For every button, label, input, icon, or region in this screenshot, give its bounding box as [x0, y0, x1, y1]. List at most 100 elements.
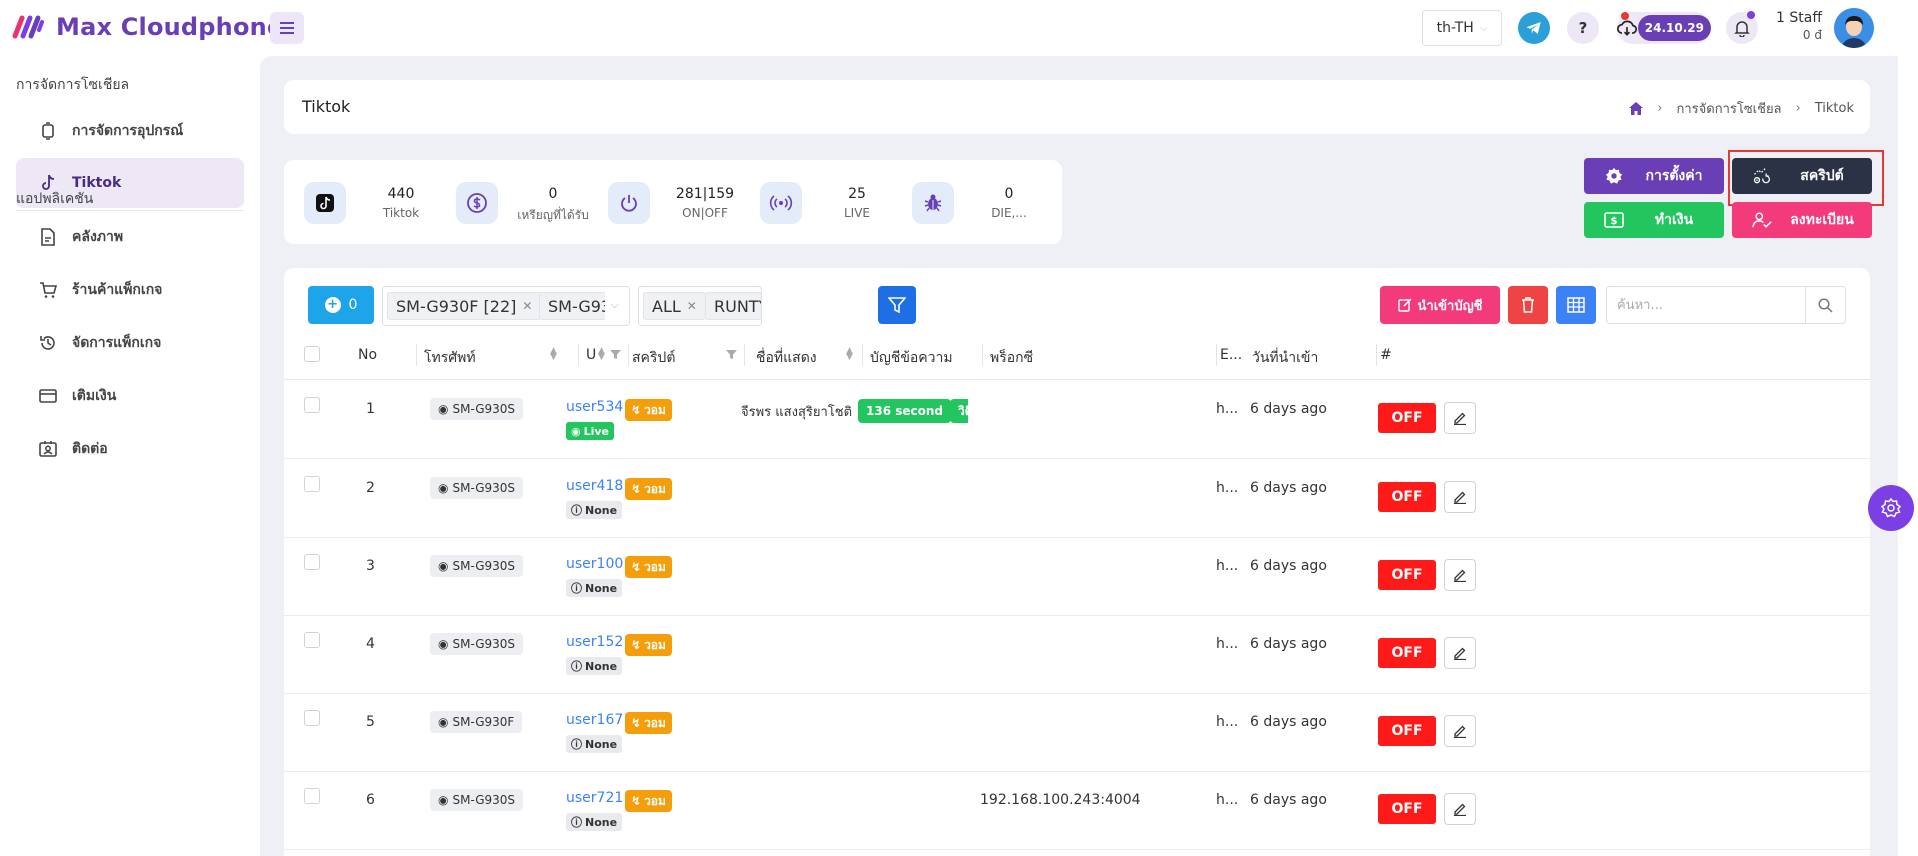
- column-label: สคริปต์: [632, 350, 676, 366]
- device-icon: ◉: [438, 481, 449, 495]
- toggle-off-button[interactable]: OFF: [1378, 482, 1436, 512]
- column-header-phone[interactable]: โทรศัพท์: [424, 347, 476, 369]
- script-chip[interactable]: ↯ วอม: [625, 399, 672, 421]
- notification-dot: [1747, 11, 1755, 19]
- username-link[interactable]: user5348: [566, 399, 624, 415]
- row-checkbox[interactable]: [304, 788, 320, 804]
- username-link[interactable]: user7219: [566, 790, 624, 806]
- column-header-script[interactable]: สคริปต์: [632, 347, 675, 369]
- page-header: Tiktok › การจัดการโซเชียล › Tiktok: [284, 80, 1870, 134]
- app-logo[interactable]: Max Cloudphone: [12, 12, 283, 42]
- stat-value: 440: [387, 186, 415, 202]
- edit-button[interactable]: [1444, 793, 1476, 825]
- script-chip[interactable]: ↯ วอม: [625, 634, 672, 656]
- search-button[interactable]: [1805, 287, 1845, 323]
- filter-button[interactable]: [878, 286, 916, 324]
- username-link[interactable]: user1002: [566, 556, 624, 572]
- sidebar-item-package-management[interactable]: จัดการแพ็กเกจ: [16, 318, 244, 368]
- username-link[interactable]: user4185: [566, 478, 624, 494]
- sidebar-item-package-store[interactable]: ร้านค้าแพ็กเกจ: [16, 265, 244, 315]
- sort-icon[interactable]: ▲ ▼: [550, 347, 557, 362]
- device-chip: ◉ SM-G930S: [430, 789, 524, 811]
- pencil-icon: [1454, 803, 1466, 816]
- script-chip[interactable]: ↯ วอม: [625, 556, 672, 578]
- stat-label: Tiktok: [382, 206, 420, 220]
- menu-toggle-button[interactable]: [270, 12, 304, 44]
- funnel-icon[interactable]: [610, 349, 621, 360]
- device-icon: ◉: [438, 559, 449, 573]
- toggle-off-button[interactable]: OFF: [1378, 403, 1436, 433]
- help-button[interactable]: ?: [1567, 12, 1599, 44]
- edit-button[interactable]: [1444, 559, 1476, 591]
- notification-button[interactable]: [1726, 11, 1758, 44]
- search-input[interactable]: [1607, 287, 1805, 323]
- table-row: 1 ◉SM-G930S user5348 ◉Live ↯วอม จีรพร แส…: [284, 381, 1870, 459]
- funnel-icon[interactable]: [726, 349, 737, 360]
- edit-button[interactable]: [1444, 402, 1476, 434]
- telegram-button[interactable]: [1518, 12, 1550, 44]
- script-chip[interactable]: ↯ วอม: [625, 712, 672, 734]
- earn-money-button[interactable]: $ ทำเงิน: [1584, 202, 1724, 238]
- runtype-filter-tag[interactable]: ALL ✕: [643, 292, 706, 320]
- avatar[interactable]: [1834, 8, 1874, 48]
- device-filter-select[interactable]: SM-G930F [22] ✕ SM-G930S ⌵: [382, 286, 630, 326]
- column-label: โทรศัพท์: [424, 350, 476, 366]
- column-settings-button[interactable]: [1556, 286, 1596, 324]
- register-button[interactable]: ลงทะเบียน: [1732, 202, 1872, 238]
- edit-button[interactable]: [1444, 481, 1476, 513]
- language-select[interactable]: th-TH ⌵: [1422, 10, 1502, 46]
- avatar-icon: [1834, 8, 1874, 48]
- sidebar-item-top-up[interactable]: เติมเงิน: [16, 371, 244, 421]
- script-chip[interactable]: ↯ วอม: [625, 790, 672, 812]
- username-link[interactable]: user1672: [566, 712, 624, 728]
- coin-icon: [456, 182, 498, 224]
- column-header-display-name[interactable]: ชื่อที่แสดง: [756, 347, 817, 369]
- breadcrumb-item[interactable]: การจัดการโซเชียล: [1677, 98, 1782, 119]
- select-all-checkbox[interactable]: [304, 346, 320, 362]
- row-checkbox[interactable]: [304, 476, 320, 492]
- row-checkbox[interactable]: [304, 397, 320, 413]
- sort-icon[interactable]: ▲ ▼: [846, 347, 853, 362]
- toggle-off-button[interactable]: OFF: [1378, 794, 1436, 824]
- sidebar-item-image-library[interactable]: คลังภาพ: [16, 212, 244, 262]
- chevron-down-icon: ⌵: [610, 298, 619, 311]
- settings-button[interactable]: การตั้งค่า: [1584, 158, 1724, 194]
- column-header-user[interactable]: U: [586, 347, 596, 363]
- column-header-import-date: วันที่นำเข้า: [1252, 350, 1319, 366]
- device-icon: [38, 121, 58, 141]
- import-accounts-button[interactable]: นำเข้าบัญชี: [1380, 286, 1500, 324]
- floating-settings-button[interactable]: [1868, 485, 1914, 531]
- sidebar-item-contact[interactable]: ติดต่อ: [16, 424, 244, 474]
- row-checkbox[interactable]: [304, 554, 320, 570]
- close-icon[interactable]: ✕: [522, 299, 532, 313]
- home-icon[interactable]: [1629, 102, 1644, 115]
- username-link[interactable]: user1523: [566, 634, 624, 650]
- row-checkbox[interactable]: [304, 710, 320, 726]
- stat-label: ON|OFF: [682, 206, 728, 220]
- edit-button[interactable]: [1444, 637, 1476, 669]
- message-chip: วิดีโอสั้น: [950, 399, 968, 423]
- user-info[interactable]: 1 Staff 0 đ: [1760, 10, 1822, 44]
- device-filter-tag[interactable]: SM-G930F [22] ✕: [387, 292, 542, 320]
- column-header-actions: #: [1380, 347, 1392, 363]
- sort-icon[interactable]: ▲ ▼: [598, 347, 605, 362]
- toggle-off-button[interactable]: OFF: [1378, 638, 1436, 668]
- runtype-filter-select[interactable]: ALL ✕ RUNTYPE ✕: [638, 286, 762, 326]
- script-chip[interactable]: ↯ วอม: [625, 478, 672, 500]
- runtype-filter-tag[interactable]: RUNTYPE ✕: [705, 292, 761, 320]
- sidebar-item-device-management[interactable]: การจัดการอุปกรณ์: [16, 106, 244, 156]
- cloud-download-wrap: [1617, 12, 1638, 44]
- delete-button[interactable]: [1508, 286, 1548, 324]
- edit-button[interactable]: [1444, 715, 1476, 747]
- row-checkbox[interactable]: [304, 632, 320, 648]
- update-version-pill[interactable]: 24.10.29: [1617, 12, 1711, 44]
- sidebar-item-label: จัดการแพ็กเกจ: [72, 335, 162, 351]
- toggle-off-button[interactable]: OFF: [1378, 716, 1436, 746]
- register-button-label: ลงทะเบียน: [1790, 212, 1854, 228]
- close-icon[interactable]: ✕: [687, 299, 697, 313]
- import-date: 6 days ago: [1250, 636, 1327, 652]
- selected-count-button[interactable]: + 0: [308, 286, 374, 324]
- script-label: วอม: [644, 481, 666, 496]
- column-divider: [1376, 344, 1377, 366]
- toggle-off-button[interactable]: OFF: [1378, 560, 1436, 590]
